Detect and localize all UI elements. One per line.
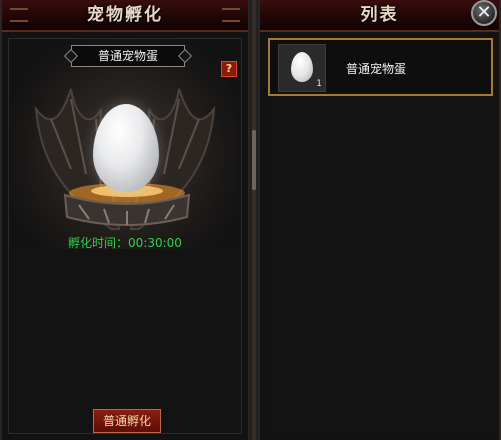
help-button[interactable]: ? <box>221 61 237 77</box>
hatch-timer-label: 孵化时间： <box>68 236 129 250</box>
list-panel-titlebar: 列表 ✕ <box>260 0 499 32</box>
pet-egg-icon <box>291 52 313 82</box>
hatch-timer-value: 00:30:00 <box>128 236 182 250</box>
normal-hatch-button[interactable]: 普通孵化 <box>93 409 161 433</box>
item-count: 1 <box>316 79 322 89</box>
panel-divider-scrollbar[interactable] <box>250 0 258 440</box>
close-icon: ✕ <box>476 2 492 23</box>
hatch-panel-titlebar: 宠物孵化 <box>2 0 248 32</box>
close-button[interactable]: ✕ <box>471 0 497 26</box>
item-name: 普通宠物蛋 <box>346 62 407 76</box>
title-ornament-right <box>222 8 240 22</box>
hatch-timer: 孵化时间：00:30:00 <box>9 234 241 251</box>
title-ornament-left <box>10 8 28 22</box>
list-item[interactable]: 1 普通宠物蛋 <box>268 38 493 96</box>
egg-name-label: 普通宠物蛋 <box>71 45 185 67</box>
hatch-panel: 宠物孵化 普通宠物蛋 ? 孵化时间：00:30:00 普通孵化 <box>0 0 250 440</box>
item-slot: 1 <box>278 44 326 92</box>
hatch-panel-title: 宠物孵化 <box>87 5 163 25</box>
egg-stage: 普通宠物蛋 ? <box>11 39 239 249</box>
list-panel-title: 列表 <box>360 5 399 25</box>
hatch-content: 普通宠物蛋 ? 孵化时间：00:30:00 普通孵化 <box>8 38 242 434</box>
list-panel: 列表 ✕ 1 普通宠物蛋 <box>258 0 501 440</box>
egg-list: 1 普通宠物蛋 <box>266 38 495 434</box>
